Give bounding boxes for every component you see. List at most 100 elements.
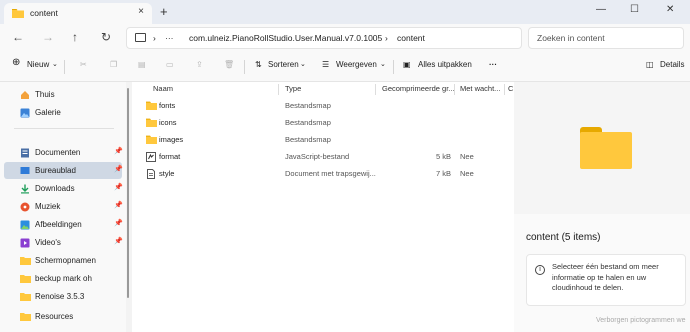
sidebar-item-label: Thuis — [35, 90, 55, 99]
table-row[interactable]: format JavaScript-bestand 5 kB Nee — [140, 149, 510, 165]
sidebar-item-downloads[interactable]: Downloads 📌 — [4, 180, 123, 197]
download-icon — [21, 184, 29, 194]
tab-strip: content × + — ☐ ✕ — [0, 0, 690, 24]
sidebar-item-screenshots[interactable]: Schermopnamen — [4, 252, 122, 269]
up-button[interactable]: ↑ — [72, 30, 78, 44]
table-row[interactable]: fonts Bestandsmap — [140, 98, 510, 114]
share-icon[interactable]: ⇪ — [196, 60, 203, 69]
pin-icon[interactable]: 📌 — [114, 165, 123, 173]
column-header-password[interactable]: Met wacht... — [460, 84, 500, 93]
file-name: style — [159, 169, 175, 178]
file-type: Bestandsmap — [285, 101, 331, 110]
file-name: format — [159, 152, 181, 161]
file-type: Bestandsmap — [285, 135, 331, 144]
sidebar-item-label: Muziek — [35, 202, 61, 211]
extract-all-button[interactable]: Alles uitpakken — [418, 60, 472, 69]
view-icon: ☰ — [322, 60, 330, 69]
back-button[interactable]: ← — [12, 30, 24, 44]
pin-icon[interactable]: 📌 — [114, 147, 123, 155]
more-options-button[interactable]: ··· — [489, 60, 497, 69]
table-row[interactable]: images Bestandsmap — [140, 132, 510, 148]
details-pane-icon: ◫ — [646, 60, 654, 69]
sort-icon: ⇅ — [255, 60, 262, 69]
copy-icon[interactable]: ❐ — [110, 60, 117, 69]
address-bar[interactable]: › ··· com.ulneiz.PianoRollStudio.User.Ma… — [126, 27, 522, 49]
tab-content[interactable]: content × — [4, 3, 152, 24]
rename-icon[interactable]: ▭ — [166, 60, 174, 69]
pin-icon[interactable]: 📌 — [114, 219, 123, 227]
table-row[interactable]: style Document met trapsgewij... 7 kB Ne… — [140, 166, 510, 182]
maximize-button[interactable]: ☐ — [630, 4, 639, 15]
sidebar-item-label: Downloads — [35, 184, 75, 193]
sidebar-item-label: Documenten — [35, 148, 81, 157]
chevron-down-icon: ⌄ — [52, 61, 58, 68]
sidebar-item-documents[interactable]: Documenten 📌 — [4, 144, 123, 161]
sidebar-scrollbar[interactable] — [125, 82, 131, 332]
file-password: Nee — [460, 169, 474, 178]
column-divider[interactable] — [375, 84, 376, 95]
sidebar-item-backup[interactable]: beckup mark oh — [4, 270, 122, 287]
cut-icon[interactable]: ✂ — [80, 60, 87, 69]
file-name: icons — [159, 118, 177, 127]
sidebar-item-gallery[interactable]: Galerie — [4, 104, 122, 121]
refresh-button[interactable]: ↻ — [101, 30, 111, 44]
delete-icon[interactable]: 🗑 — [224, 60, 234, 69]
address-row: ← → ↑ ↻ › ··· com.ulneiz.PianoRollStudio… — [0, 24, 690, 52]
sidebar-item-renoise[interactable]: Renoise 3.5.3 — [4, 288, 122, 305]
breadcrumb-item-current[interactable]: content — [397, 33, 425, 43]
scrollbar-thumb[interactable] — [127, 88, 129, 298]
sidebar-item-music[interactable]: Muziek 📌 — [4, 198, 123, 215]
toolbar-divider — [393, 60, 394, 74]
sidebar-item-videos[interactable]: Video's 📌 — [4, 234, 123, 251]
details-pane: content (5 items) i Selecteer één bestan… — [514, 82, 690, 332]
chevron-down-icon: ⌄ — [300, 61, 306, 68]
toolbar-divider — [64, 60, 65, 74]
sidebar-item-resources[interactable]: Resources — [4, 308, 122, 325]
new-button[interactable]: Nieuw — [27, 60, 49, 69]
folder-icon — [12, 9, 24, 18]
sidebar-item-label: Galerie — [35, 108, 61, 117]
forward-button[interactable]: → — [42, 30, 54, 44]
pin-icon[interactable]: 📌 — [114, 201, 123, 209]
column-header-name[interactable]: Naam — [153, 84, 173, 93]
breadcrumb-separator: › — [385, 33, 388, 43]
pictures-icon — [20, 220, 30, 230]
folder-icon — [146, 118, 157, 127]
tab-title: content — [30, 8, 58, 18]
pin-icon[interactable]: 📌 — [114, 183, 123, 191]
column-divider[interactable] — [278, 84, 279, 95]
taskbar-overlay-text: Verborgen pictogrammen we — [596, 317, 686, 324]
sort-button[interactable]: Sorteren — [268, 60, 299, 69]
column-header-compressed-size[interactable]: Gecomprimeerde gr... — [382, 84, 455, 93]
search-input[interactable]: Zoeken in content — [528, 27, 684, 49]
pin-icon[interactable]: 📌 — [114, 237, 123, 245]
info-message: i Selecteer één bestand om meer informat… — [526, 254, 686, 306]
sidebar-item-pictures[interactable]: Afbeeldingen 📌 — [4, 216, 123, 233]
column-divider[interactable] — [454, 84, 455, 95]
file-size: 5 kB — [436, 152, 452, 161]
sidebar-item-label: Video's — [35, 238, 61, 247]
toolbar-divider — [244, 60, 245, 74]
view-button[interactable]: Weergeven — [336, 60, 377, 69]
breadcrumb-item[interactable]: com.ulneiz.PianoRollStudio.User.Manual.v… — [189, 33, 382, 43]
new-tab-button[interactable]: + — [160, 4, 168, 19]
details-button[interactable]: Details — [660, 60, 684, 69]
minimize-button[interactable]: — — [596, 4, 606, 15]
tab-close-icon[interactable]: × — [138, 6, 144, 17]
sidebar-item-home[interactable]: Thuis — [4, 86, 122, 103]
window-close-button[interactable]: ✕ — [666, 4, 674, 15]
sidebar-item-label: Renoise 3.5.3 — [35, 292, 85, 301]
breadcrumb-overflow-button[interactable]: ··· — [165, 33, 174, 43]
paste-icon[interactable]: ▤ — [138, 60, 146, 69]
table-row[interactable]: icons Bestandsmap — [140, 115, 510, 131]
column-divider[interactable] — [504, 84, 505, 95]
sidebar-item-label: beckup mark oh — [35, 274, 92, 283]
folder-icon — [580, 127, 632, 169]
plus-icon: ⊕ — [12, 57, 21, 68]
sidebar-item-desktop[interactable]: Bureaublad 📌 — [4, 162, 123, 179]
column-header-c[interactable]: C — [508, 84, 513, 93]
desktop-icon — [20, 167, 30, 174]
file-name: images — [159, 135, 184, 144]
column-header-type[interactable]: Type — [285, 84, 301, 93]
file-password: Nee — [460, 152, 474, 161]
